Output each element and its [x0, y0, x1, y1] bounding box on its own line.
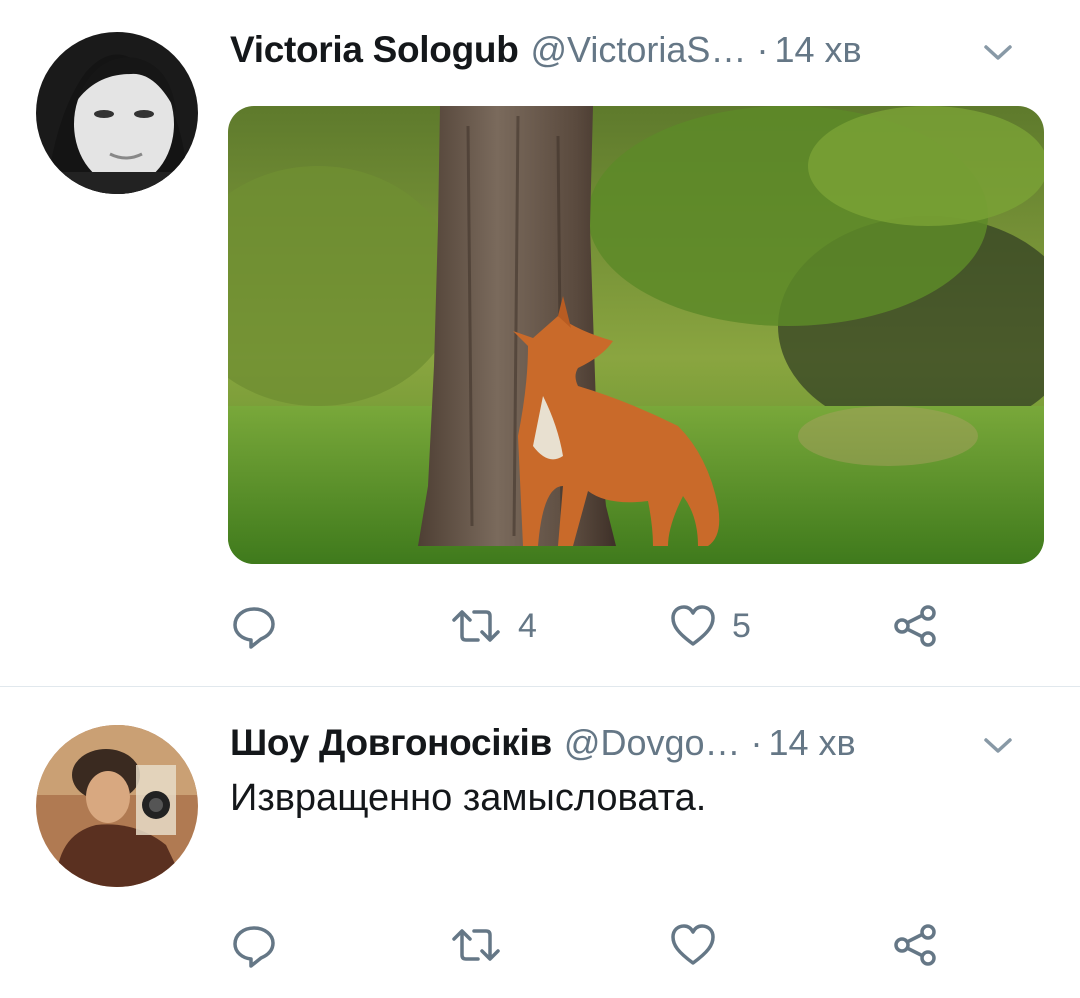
- retweet-button[interactable]: 4: [448, 596, 537, 656]
- tweet[interactable]: Шоу Довгоносіків @Dovgo… · 14 хв Извраще…: [0, 687, 1080, 998]
- reply-icon: [230, 921, 278, 969]
- avatar[interactable]: [36, 725, 198, 887]
- timestamp[interactable]: 14 хв: [774, 29, 861, 71]
- tweet-header: Шоу Довгоносіків @Dovgo… · 14 хв: [230, 713, 1040, 773]
- retweet-count: 4: [518, 606, 537, 645]
- reply-button[interactable]: [230, 596, 278, 656]
- avatar[interactable]: [36, 32, 198, 194]
- author-name[interactable]: Victoria Sologub: [230, 29, 519, 71]
- chevron-down-icon[interactable]: [978, 725, 1018, 765]
- tweet-photo[interactable]: [228, 106, 1044, 564]
- like-button[interactable]: [668, 915, 732, 975]
- share-button[interactable]: [890, 915, 940, 975]
- tweet[interactable]: Victoria Sologub @VictoriaS… · 14 хв 4 5: [0, 0, 1080, 686]
- tweet-header: Victoria Sologub @VictoriaS… · 14 хв: [230, 20, 1040, 80]
- heart-icon: [668, 602, 718, 650]
- tweet-text: Извращенно замысловата.: [230, 777, 707, 819]
- tweet-actions: [230, 915, 1030, 975]
- like-count: 5: [732, 606, 751, 645]
- share-icon: [890, 602, 940, 650]
- author-name[interactable]: Шоу Довгоносіків: [230, 722, 552, 764]
- heart-icon: [668, 921, 718, 969]
- author-handle[interactable]: @VictoriaS…: [531, 29, 747, 71]
- reply-icon: [230, 602, 278, 650]
- share-button[interactable]: [890, 596, 940, 656]
- chevron-down-icon[interactable]: [978, 32, 1018, 72]
- separator-dot: ·: [750, 722, 763, 763]
- like-button[interactable]: 5: [668, 596, 751, 656]
- retweet-icon: [448, 921, 504, 969]
- separator-dot: ·: [756, 29, 769, 70]
- timestamp[interactable]: 14 хв: [769, 722, 856, 764]
- tweet-actions: 4 5: [230, 596, 1030, 656]
- retweet-icon: [448, 602, 504, 650]
- author-handle[interactable]: @Dovgo…: [564, 722, 741, 764]
- retweet-button[interactable]: [448, 915, 518, 975]
- share-icon: [890, 921, 940, 969]
- reply-button[interactable]: [230, 915, 278, 975]
